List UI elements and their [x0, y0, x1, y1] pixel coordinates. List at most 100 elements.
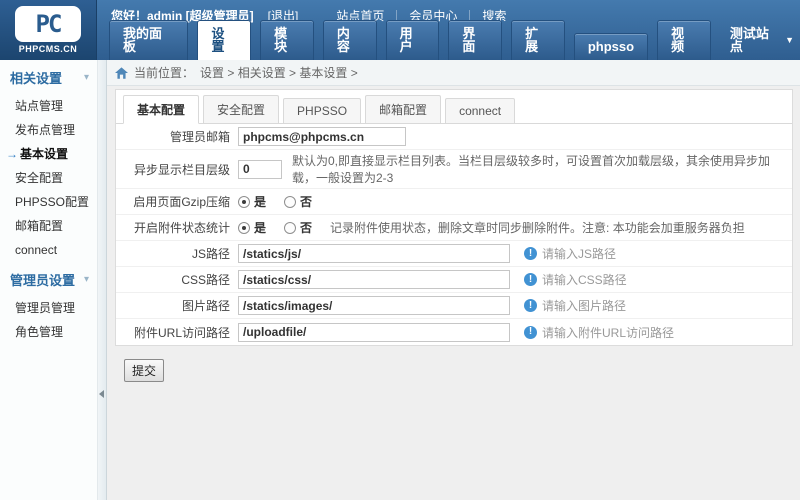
- sidebar-item-role-management[interactable]: 角色管理: [0, 320, 97, 344]
- tab-basic-config[interactable]: 基本配置: [123, 95, 199, 124]
- info-icon: !: [524, 326, 537, 339]
- sidebar-collapse-handle[interactable]: [97, 60, 107, 500]
- form-row-css-path: CSS路径 !请输入CSS路径: [116, 267, 792, 293]
- field-label: JS路径: [124, 245, 238, 262]
- site-selector-label: 测试站点: [730, 27, 781, 53]
- collapse-left-icon: [99, 390, 104, 398]
- gzip-radio-yes[interactable]: 是: [238, 193, 266, 210]
- radio-checked-icon[interactable]: [238, 222, 250, 234]
- nav-tab-modules[interactable]: 模块: [260, 20, 314, 60]
- form-row-gzip: 启用页面Gzip压缩 是 否: [116, 189, 792, 215]
- logo-domain-text: PHPCMS.CN: [19, 44, 78, 54]
- field-label: 开启附件状态统计: [124, 219, 238, 236]
- sidebar-item-site-management[interactable]: 站点管理: [0, 94, 97, 118]
- radio-label: 否: [300, 193, 312, 210]
- logo-pc-glyph: PC: [36, 10, 61, 38]
- content-area: 当前位置： 设置 > 相关设置 > 基本设置 > 基本配置 安全配置 PHPSS…: [107, 60, 800, 500]
- tab-phpsso[interactable]: PHPSSO: [283, 98, 361, 124]
- submit-button[interactable]: 提交: [124, 359, 164, 382]
- js-path-input[interactable]: [238, 244, 510, 263]
- field-help-text: 默认为0,即直接显示栏目列表。当栏目层级较多时，可设置首次加载层级，其余使用异步…: [292, 152, 784, 186]
- gzip-radio-no[interactable]: 否: [284, 193, 312, 210]
- form-row-async-level: 异步显示栏目层级 默认为0,即直接显示栏目列表。当栏目层级较多时，可设置首次加载…: [116, 150, 792, 189]
- attachment-stats-radio-group: 是 否: [238, 219, 330, 236]
- attachment-stats-radio-no[interactable]: 否: [284, 219, 312, 236]
- logo-badge: PC: [15, 6, 81, 42]
- tab-connect[interactable]: connect: [445, 98, 515, 124]
- section-title: 相关设置: [10, 68, 62, 87]
- sidebar-item-connect[interactable]: connect: [0, 238, 97, 262]
- app-header: PC PHPCMS.CN 您好！admin [超级管理员] [退出] 站点首页 …: [0, 0, 800, 60]
- collapse-arrow-icon: ▾: [84, 72, 89, 83]
- tab-security-config[interactable]: 安全配置: [203, 95, 279, 124]
- attachment-stats-radio-yes[interactable]: 是: [238, 219, 266, 236]
- form-row-js-path: JS路径 !请输入JS路径: [116, 241, 792, 267]
- nav-tab-dashboard[interactable]: 我的面板: [109, 20, 188, 60]
- active-arrow-icon: →: [6, 147, 18, 161]
- admin-email-input[interactable]: [238, 127, 406, 146]
- home-icon: [115, 67, 128, 79]
- field-label: 图片路径: [124, 297, 238, 314]
- nav-tab-content[interactable]: 内容: [323, 20, 377, 60]
- css-path-input[interactable]: [238, 270, 510, 289]
- field-hint: !请输入JS路径: [524, 245, 616, 262]
- hint-text: 请输入附件URL访问路径: [542, 324, 674, 341]
- radio-label: 是: [254, 193, 266, 210]
- radio-unchecked-icon[interactable]: [284, 196, 296, 208]
- section-title: 管理员设置: [10, 270, 75, 289]
- field-label: 启用页面Gzip压缩: [124, 193, 238, 210]
- sidebar: 相关设置 ▾ 站点管理 发布点管理 →基本设置 安全配置 PHPSSO配置 邮箱…: [0, 60, 97, 500]
- info-icon: !: [524, 299, 537, 312]
- breadcrumb-trail: 设置 > 相关设置 > 基本设置 >: [200, 64, 358, 81]
- main-area: 相关设置 ▾ 站点管理 发布点管理 →基本设置 安全配置 PHPSSO配置 邮箱…: [0, 60, 800, 500]
- site-selector-dropdown[interactable]: 测试站点 ▼: [720, 21, 800, 60]
- attachment-url-input[interactable]: [238, 323, 510, 342]
- field-label: 异步显示栏目层级: [124, 161, 238, 178]
- nav-tab-video[interactable]: 视频: [657, 20, 711, 60]
- field-hint: ! 请输入图片路径: [524, 297, 626, 314]
- sidebar-item-label: 基本设置: [20, 147, 68, 161]
- field-hint: !请输入CSS路径: [524, 271, 627, 288]
- hint-text: 请输入图片路径: [542, 297, 626, 314]
- sidebar-item-basic-settings[interactable]: →基本设置: [0, 142, 97, 166]
- nav-tab-extensions[interactable]: 扩展: [511, 20, 565, 60]
- form-row-attachment-stats: 开启附件状态统计 是 否 记录附件使用状态，删除文章时同步删除附件。注意: 本功…: [116, 215, 792, 241]
- radio-label: 否: [300, 219, 312, 236]
- phpcms-logo[interactable]: PC PHPCMS.CN: [0, 0, 97, 60]
- nav-tab-interface[interactable]: 界面: [448, 20, 502, 60]
- chevron-down-icon: ▼: [785, 36, 794, 45]
- form-row-admin-email: 管理员邮箱: [116, 124, 792, 150]
- config-tabs: 基本配置 安全配置 PHPSSO 邮箱配置 connect: [116, 90, 792, 124]
- image-path-input[interactable]: [238, 296, 510, 315]
- radio-unchecked-icon[interactable]: [284, 222, 296, 234]
- nav-tab-settings[interactable]: 设置: [197, 20, 251, 60]
- tab-mail-config[interactable]: 邮箱配置: [365, 95, 441, 124]
- field-help-text: 记录附件使用状态，删除文章时同步删除附件。注意: 本功能会加重服务器负担: [330, 219, 745, 236]
- breadcrumb-prefix: 当前位置：: [134, 64, 194, 81]
- main-nav: 我的面板 设置 模块 内容 用户 界面 扩展 phpsso 视频 测试站点 ▼: [97, 30, 800, 60]
- sidebar-item-phpsso-config[interactable]: PHPSSO配置: [0, 190, 97, 214]
- sidebar-section-related-settings[interactable]: 相关设置 ▾: [0, 60, 97, 94]
- header-right: 您好！admin [超级管理员] [退出] 站点首页 会员中心 搜索 我的面板 …: [97, 0, 800, 60]
- field-label: 管理员邮箱: [124, 128, 238, 145]
- sidebar-item-mail-config[interactable]: 邮箱配置: [0, 214, 97, 238]
- submit-row: 提交: [115, 346, 793, 382]
- nav-tab-phpsso[interactable]: phpsso: [574, 33, 648, 60]
- field-label: CSS路径: [124, 271, 238, 288]
- form-row-image-path: 图片路径 ! 请输入图片路径: [116, 293, 792, 319]
- radio-checked-icon[interactable]: [238, 196, 250, 208]
- sidebar-section-admin-settings[interactable]: 管理员设置 ▾: [0, 262, 97, 296]
- gzip-radio-group: 是 否: [238, 193, 330, 210]
- sidebar-item-admin-management[interactable]: 管理员管理: [0, 296, 97, 320]
- breadcrumb: 当前位置： 设置 > 相关设置 > 基本设置 >: [107, 60, 800, 86]
- form-row-attachment-url: 附件URL访问路径 ! 请输入附件URL访问路径: [116, 319, 792, 345]
- sidebar-item-publish-point[interactable]: 发布点管理: [0, 118, 97, 142]
- sidebar-item-security-config[interactable]: 安全配置: [0, 166, 97, 190]
- hint-text: 请输入JS路径: [542, 245, 616, 262]
- field-label: 附件URL访问路径: [124, 324, 238, 341]
- nav-tab-users[interactable]: 用户: [386, 20, 440, 60]
- panel-wrap: 基本配置 安全配置 PHPSSO 邮箱配置 connect 管理员邮箱 异步显示…: [107, 86, 800, 382]
- radio-label: 是: [254, 219, 266, 236]
- async-level-input[interactable]: [238, 160, 282, 179]
- field-hint: ! 请输入附件URL访问路径: [524, 324, 674, 341]
